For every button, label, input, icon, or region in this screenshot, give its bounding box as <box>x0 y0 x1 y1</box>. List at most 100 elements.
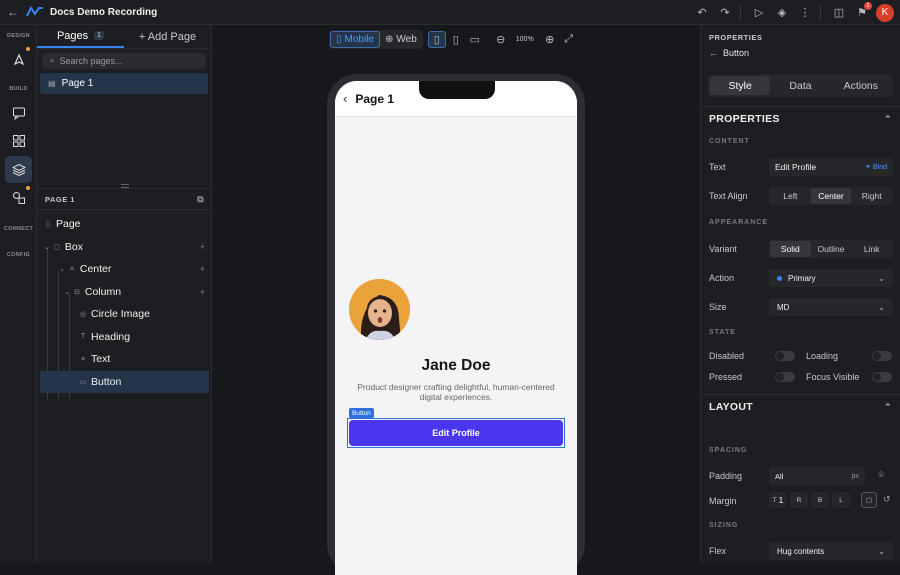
device-mobile-button[interactable]: ▯ Mobile <box>330 31 380 48</box>
align-center-option[interactable]: Center <box>810 188 852 204</box>
rail-section-design[interactable]: DESIGN <box>0 33 37 39</box>
padding-expand-icon[interactable]: ⌾ <box>878 470 884 481</box>
margin-left-input[interactable]: L <box>832 492 850 508</box>
top-bar: ← Docs Demo Recording ↶ ↷ ▷ ◈ ⋮ ◫ ⚑ 1 K <box>0 0 900 25</box>
chevron-down-icon[interactable]: ⌄ <box>64 288 70 296</box>
tablet-size-button[interactable]: ▯ <box>447 31 465 48</box>
profile-bio-text[interactable]: Product designer crafting delightful, hu… <box>355 382 557 402</box>
chevron-down-icon[interactable]: ⌄ <box>59 265 65 273</box>
tab-pages[interactable]: Pages 1 <box>37 25 124 48</box>
search-pages-input[interactable]: ⌕ Search pages... <box>42 53 206 69</box>
status-dot <box>26 186 30 190</box>
bell-icon[interactable]: ⚑ 1 <box>852 1 872 23</box>
selection-tag: Button <box>349 408 374 418</box>
pages-layers-panel: Pages 1 + Add Page ⌕ Search pages... ▤ P… <box>37 25 212 563</box>
variant-link-option[interactable]: Link <box>851 241 892 257</box>
add-child-icon[interactable]: + <box>200 242 205 252</box>
layout-section-header[interactable]: LAYOUT ⌃ <box>701 394 900 419</box>
redo-icon[interactable]: ↷ <box>715 3 735 23</box>
tree-node-page[interactable]: ▯ Page <box>37 213 212 236</box>
device-web-button[interactable]: ⊕ Web <box>380 31 422 48</box>
profile-circle-image[interactable] <box>349 279 410 340</box>
margin-bottom-input[interactable]: B <box>811 492 829 508</box>
loading-label: Loading <box>806 351 839 361</box>
page-icon: ▯ <box>46 221 50 229</box>
tree-node-label: Heading <box>91 330 131 343</box>
margin-top-input[interactable]: T1 <box>769 492 787 508</box>
desktop-size-button[interactable]: ▭ <box>466 31 484 48</box>
layers-icon[interactable] <box>5 156 32 183</box>
back-arrow-icon[interactable]: ← <box>0 5 26 19</box>
variant-label: Variant <box>709 244 737 254</box>
chevron-down-icon[interactable]: ⌄ <box>44 243 50 251</box>
phone-size-button[interactable]: ▯ <box>427 31 446 48</box>
chevron-up-icon[interactable]: ⌃ <box>884 402 892 413</box>
tree-node-center[interactable]: ⌄ ≡ Center + <box>37 258 212 281</box>
align-right-option[interactable]: Right <box>851 188 892 204</box>
align-left-option[interactable]: Left <box>770 188 811 204</box>
page-list-item[interactable]: ▤ Page 1 <box>40 73 208 94</box>
design-canvas[interactable]: ▯Mobile ⊕Web ▯ ▯ ▭ ⊖ 100% ⊕ ⤢ ‹ Page 1 <box>212 25 700 575</box>
layers-stack-icon[interactable]: ◈ <box>772 3 792 23</box>
layer-tree: ▯ Page ⌄ ▢ Box + ⌄ ≡ Center + ⌄ ⊟ Column + ◎ Circle… <box>37 213 212 400</box>
tab-add-page[interactable]: + Add Page <box>124 25 211 48</box>
properties-section-title: PROPERTIES <box>709 113 780 125</box>
tab-data[interactable]: Data <box>770 76 830 95</box>
user-avatar[interactable]: K <box>876 3 894 22</box>
pressed-toggle[interactable] <box>775 372 795 382</box>
bind-link[interactable]: ⚭ Bind <box>865 163 887 171</box>
tab-style[interactable]: Style <box>710 76 771 95</box>
selected-component-name: Button <box>723 48 750 58</box>
panel-toggle-icon[interactable]: ◫ <box>829 3 849 23</box>
copy-icon[interactable]: ⧉ <box>197 194 204 205</box>
rail-section-connect[interactable]: CONNECT <box>0 226 37 232</box>
tree-node-text[interactable]: ≡ Text <box>37 348 212 371</box>
loading-toggle[interactable] <box>872 351 892 361</box>
zoom-in-icon[interactable]: ⊕ <box>541 31 559 48</box>
margin-link-icon[interactable]: ▢ <box>861 492 877 508</box>
edit-profile-button[interactable]: Edit Profile <box>349 420 563 446</box>
back-chevron-icon[interactable]: ‹ <box>343 91 347 106</box>
undo-icon[interactable]: ↶ <box>692 3 712 23</box>
action-select[interactable]: Primary ⌄ <box>769 269 893 287</box>
device-type-toggle: ▯ Mobile ⊕ Web <box>329 30 423 49</box>
text-value-input[interactable]: Edit Profile ⚭ Bind <box>769 158 893 176</box>
properties-section-header[interactable]: PROPERTIES ⌃ <box>701 106 900 131</box>
zoom-level[interactable]: 100% <box>516 36 534 43</box>
tree-node-column[interactable]: ⌄ ⊟ Column + <box>37 281 212 304</box>
more-vertical-icon[interactable]: ⋮ <box>795 3 815 23</box>
play-icon[interactable]: ▷ <box>749 3 769 23</box>
tree-node-heading[interactable]: T Heading <box>37 326 212 349</box>
chat-icon[interactable] <box>5 99 32 126</box>
profile-name-heading[interactable]: Jane Doe <box>335 357 577 375</box>
heading-icon: T <box>80 333 86 341</box>
rail-section-build[interactable]: BUILD <box>0 86 37 92</box>
size-select[interactable]: MD ⌄ <box>769 298 893 316</box>
tree-node-circle-image[interactable]: ◎ Circle Image <box>37 303 212 326</box>
chevron-up-icon[interactable]: ⌃ <box>884 114 892 125</box>
disabled-toggle[interactable] <box>775 351 795 361</box>
tab-pages-label: Pages <box>56 29 89 42</box>
tree-node-box[interactable]: ⌄ ▢ Box + <box>37 236 212 259</box>
padding-input[interactable]: All px <box>769 467 865 485</box>
add-child-icon[interactable]: + <box>200 264 205 274</box>
flex-select[interactable]: Hug contents ⌄ <box>769 542 893 560</box>
variant-solid-option[interactable]: Solid <box>770 241 811 257</box>
rail-section-config[interactable]: CONFIG <box>0 252 37 258</box>
margin-right-input[interactable]: R <box>790 492 808 508</box>
reset-icon[interactable]: ↺ <box>883 494 891 505</box>
link-icon: ⚭ <box>865 164 872 171</box>
margin-side-label: B <box>817 496 823 504</box>
variant-outline-option[interactable]: Outline <box>811 241 852 257</box>
zoom-out-icon[interactable]: ⊖ <box>492 31 510 48</box>
tab-actions[interactable]: Actions <box>831 76 891 95</box>
tree-node-label: Page <box>56 218 81 231</box>
fullscreen-icon[interactable]: ⤢ <box>560 31 578 48</box>
tree-node-button[interactable]: ▭ Button <box>40 370 209 393</box>
add-child-icon[interactable]: + <box>200 287 205 297</box>
tree-node-label: Center <box>79 263 112 276</box>
focus-visible-toggle[interactable] <box>872 372 892 382</box>
back-arrow-icon[interactable]: ← <box>709 48 718 58</box>
components-grid-icon[interactable] <box>5 127 32 154</box>
padding-unit: px <box>851 472 859 480</box>
